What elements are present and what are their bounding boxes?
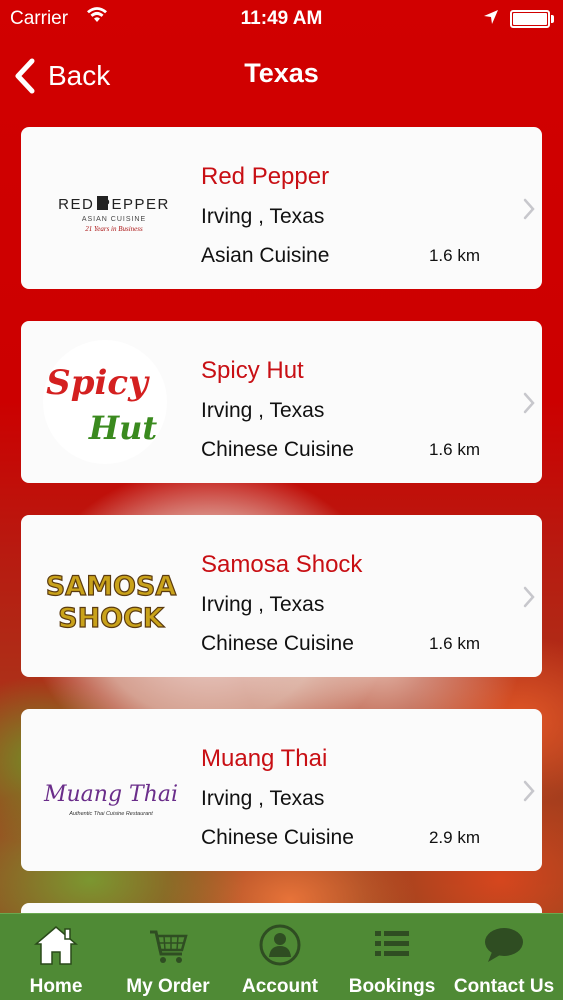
samosa-shock-logo: SAMOSA SHOCK [45,570,177,634]
restaurant-card-red-pepper[interactable]: RED PEPPER ASIAN CUISINE 21 Years in Bus… [21,127,542,289]
restaurant-name: Spicy Hut [201,357,304,384]
battery-icon [510,10,554,28]
location-arrow-icon [484,10,498,24]
red-pepper-logo: RED PEPPER ASIAN CUISINE 21 Years in Bus… [58,196,170,233]
restaurant-name: Muang Thai [201,745,328,772]
svg-text:SHOCK: SHOCK [58,603,165,634]
spicy-hut-logo: Spicy Hut [43,340,167,464]
svg-text:Muang Thai: Muang Thai [43,782,178,807]
status-bar: Carrier 11:49 AM [0,0,563,38]
restaurant-card-samosa-shock[interactable]: SAMOSA SHOCK Samosa Shock Irving , Texas… [21,515,542,677]
restaurant-city: Irving , Texas [201,399,325,422]
restaurant-distance: 1.6 km [428,440,480,459]
tab-contact-us[interactable]: Contact Us [448,914,560,1000]
tab-bookings[interactable]: Bookings [336,914,448,1000]
restaurant-city: Irving , Texas [201,787,325,810]
restaurant-distance: 2.9 km [428,828,480,847]
restaurant-cuisine: Chinese Cuisine [201,438,354,461]
restaurant-card-partial[interactable] [21,903,542,913]
restaurant-name: Red Pepper [201,163,330,190]
restaurant-cuisine: Chinese Cuisine [201,826,354,849]
restaurant-name: Samosa Shock [201,551,363,578]
svg-text:Spicy: Spicy [46,363,150,403]
cart-icon [150,930,188,963]
svg-text:Authentic Thai Cuisine Restaur: Authentic Thai Cuisine Restaurant [68,811,153,817]
restaurant-cuisine: Asian Cuisine [201,244,330,267]
list-icon [375,931,409,956]
restaurant-distance: 1.6 km [428,634,480,653]
home-icon [34,926,78,965]
navigation-bar: Back Texas [0,38,563,110]
svg-text:ASIAN CUISINE: ASIAN CUISINE [82,216,146,223]
restaurant-distance: 1.6 km [428,246,480,265]
svg-text:SAMOSA: SAMOSA [46,571,177,602]
restaurant-card-muang-thai[interactable]: Muang Thai Authentic Thai Cuisine Restau… [21,709,542,871]
chevron-right-icon [523,198,535,220]
restaurant-city: Irving , Texas [201,593,325,616]
restaurant-card-spicy-hut[interactable]: Spicy Hut Spicy Hut Irving , Texas Chine… [21,321,542,483]
tab-label: Contact Us [453,976,555,997]
chevron-right-icon [523,392,535,414]
chevron-right-icon [523,780,535,802]
chevron-right-icon [523,586,535,608]
tab-home[interactable]: Home [0,914,112,1000]
tab-account[interactable]: Account [224,914,336,1000]
tab-bar: Home My Order Account Bookings Contact U… [0,913,563,1000]
clock: 11:49 AM [240,8,323,29]
svg-text:Hut: Hut [88,409,158,447]
muang-thai-logo: Muang Thai Authentic Thai Cuisine Restau… [43,782,178,817]
restaurant-cuisine: Chinese Cuisine [201,632,354,655]
svg-text:21 Years in Business: 21 Years in Business [85,225,143,233]
restaurant-city: Irving , Texas [201,205,325,228]
chat-icon [485,928,523,962]
svg-text:RED PEPPER: RED PEPPER [58,196,170,213]
tab-my-order[interactable]: My Order [112,914,224,1000]
page-title: Texas [244,58,319,88]
account-icon [259,924,301,966]
